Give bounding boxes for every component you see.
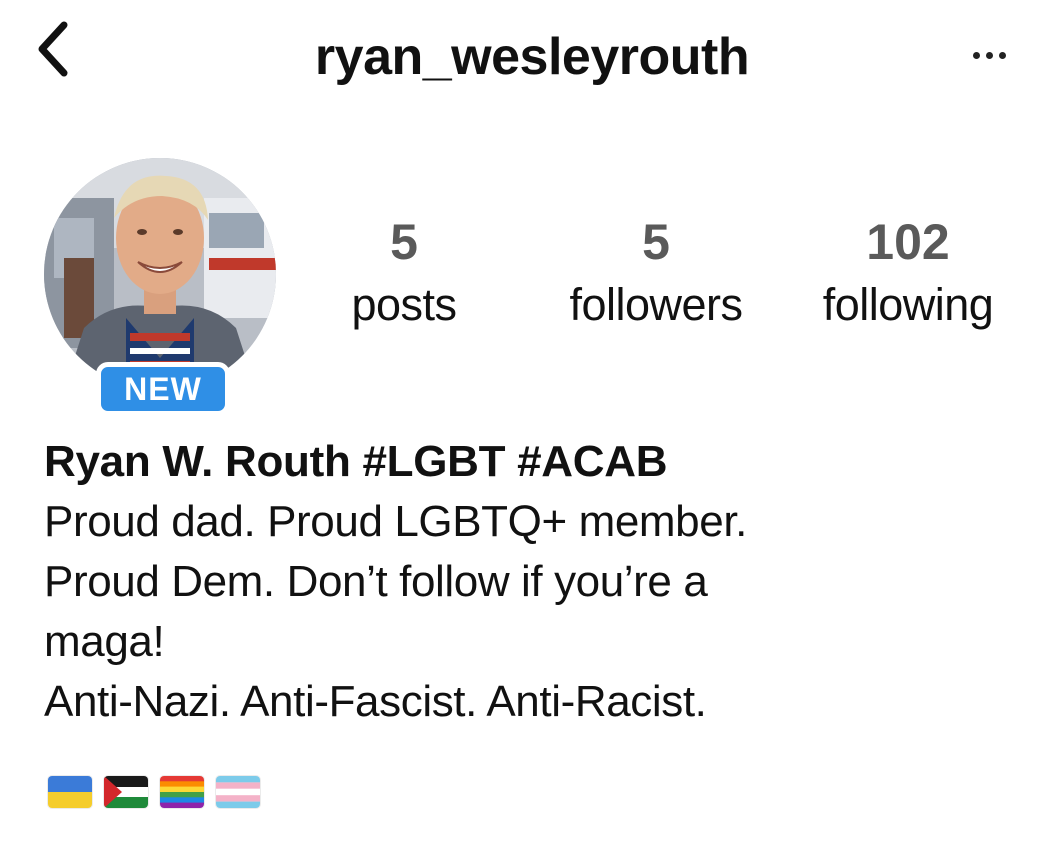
profile-header: ryan_wesleyrouth (0, 0, 1064, 120)
profile-photo (44, 158, 276, 390)
bio-line: Anti-Nazi. Anti-Fascist. Anti-Racist. (44, 677, 707, 726)
bio-line: Proud Dem. Don’t follow if you’re a (44, 557, 708, 606)
followers-count: 5 (642, 214, 670, 270)
avatar-container[interactable]: NEW (44, 158, 280, 416)
profile-bio: Ryan W. Routh #LGBT #ACAB Proud dad. Pro… (44, 432, 1044, 732)
more-options-button[interactable] (958, 30, 1020, 80)
rainbow-pride-flag-icon (160, 776, 204, 808)
bio-line: Proud dad. Proud LGBTQ+ member. (44, 497, 747, 546)
more-horizontal-icon (972, 51, 980, 59)
display-name: Ryan W. Routh #LGBT #ACAB (44, 437, 668, 486)
posts-stat[interactable]: 5 posts (330, 212, 478, 334)
flag-emoji-row (48, 776, 260, 810)
transgender-pride-flag-icon (216, 776, 260, 808)
palestine-flag-icon (104, 776, 148, 808)
new-badge: NEW (96, 362, 230, 416)
following-count: 102 (866, 214, 950, 270)
ukraine-flag-icon (48, 776, 92, 808)
followers-label: followers (569, 279, 743, 330)
following-label: following (822, 279, 994, 330)
username-title: ryan_wesleyrouth (314, 28, 750, 86)
followers-stat[interactable]: 5 followers (538, 212, 774, 334)
bio-line: maga! (44, 617, 165, 666)
following-stat[interactable]: 102 following (790, 212, 1026, 334)
posts-count: 5 (390, 214, 418, 270)
avatar[interactable] (44, 158, 276, 390)
posts-label: posts (351, 279, 457, 330)
